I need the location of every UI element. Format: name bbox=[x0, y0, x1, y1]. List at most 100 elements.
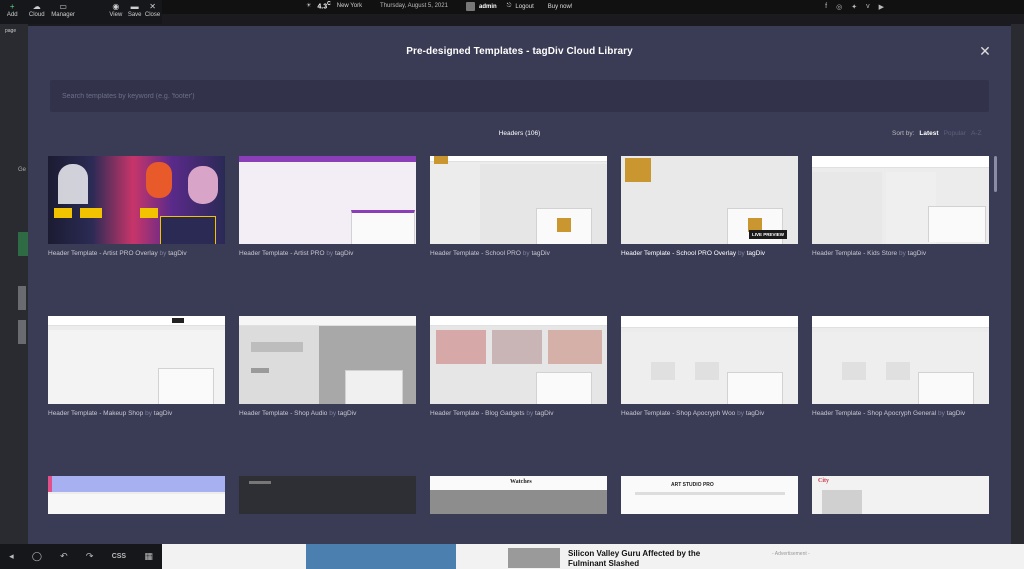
template-card[interactable] bbox=[48, 476, 225, 514]
template-card[interactable]: Header Template - Shop Apocryph General … bbox=[812, 316, 989, 417]
template-thumbnail[interactable] bbox=[48, 316, 225, 404]
sort-popular[interactable]: Popular bbox=[944, 130, 966, 137]
save-icon: ▬ bbox=[130, 2, 139, 11]
template-title[interactable]: Header Template - Shop Apocryph Woo by t… bbox=[621, 410, 798, 417]
template-card[interactable]: Header Template - Shop Apocryph Woo by t… bbox=[621, 316, 798, 417]
user-name[interactable]: admin bbox=[479, 4, 497, 10]
buy-now-link[interactable]: Buy now! bbox=[548, 4, 573, 10]
side-green-button[interactable] bbox=[18, 232, 28, 256]
template-card[interactable]: Watches bbox=[430, 476, 607, 514]
scrollbar[interactable] bbox=[994, 156, 997, 192]
row3-logo-text: City bbox=[818, 478, 829, 484]
sort-label: Sort by: bbox=[892, 130, 915, 137]
template-thumbnail[interactable] bbox=[812, 316, 989, 404]
redo-icon[interactable]: ↷ bbox=[86, 551, 94, 562]
templates-modal: Pre-designed Templates - tagDiv Cloud Li… bbox=[28, 26, 1011, 544]
row3-logo-text: ART STUDIO PRO bbox=[671, 482, 714, 488]
template-title[interactable]: Header Template - School PRO by tagDiv bbox=[430, 250, 607, 257]
template-thumbnail[interactable] bbox=[239, 156, 416, 244]
current-date: Thursday, August 5, 2021 bbox=[380, 3, 448, 9]
category-heading: Headers (106) bbox=[498, 130, 541, 137]
template-title[interactable]: Header Template - Makeup Shop by tagDiv bbox=[48, 410, 225, 417]
template-title[interactable]: Header Template - School PRO Overlay by … bbox=[621, 250, 798, 257]
grid-icon[interactable]: ▦ bbox=[144, 551, 153, 562]
news-item-thumbnail[interactable] bbox=[508, 548, 560, 568]
template-card[interactable]: LIVE PREVIEW Header Template - School PR… bbox=[621, 156, 798, 257]
template-card[interactable]: Header Template - Makeup Shop by tagDiv bbox=[48, 316, 225, 417]
editor-bottom-bar: ◂ ◯ ↶ ↷ CSS ▦ bbox=[0, 544, 162, 569]
template-title[interactable]: Header Template - Blog Gadgets by tagDiv bbox=[430, 410, 607, 417]
template-card[interactable]: City bbox=[812, 476, 989, 514]
modal-title: Pre-designed Templates - tagDiv Cloud Li… bbox=[406, 46, 633, 57]
avatar[interactable] bbox=[466, 2, 475, 11]
live-preview-button[interactable]: LIVE PREVIEW bbox=[749, 230, 788, 239]
template-thumbnail[interactable] bbox=[621, 316, 798, 404]
template-card[interactable]: ART STUDIO PRO bbox=[621, 476, 798, 514]
template-title[interactable]: Header Template - Shop Apocryph General … bbox=[812, 410, 989, 417]
logout-link[interactable]: Logout bbox=[515, 4, 533, 10]
template-card[interactable]: Header Template - Kids Store by tagDiv bbox=[812, 156, 989, 257]
template-thumbnail[interactable] bbox=[430, 316, 607, 404]
layers-icon: ▭ bbox=[59, 2, 67, 11]
template-title[interactable]: Header Template - Shop Audio by tagDiv bbox=[239, 410, 416, 417]
template-thumbnail[interactable] bbox=[812, 156, 989, 244]
weather-widget: ☀ 4.3C New York bbox=[306, 1, 362, 10]
page-right-edge bbox=[1011, 24, 1024, 544]
instagram-icon[interactable]: ◎ bbox=[836, 3, 842, 11]
template-card[interactable] bbox=[239, 476, 416, 514]
template-card[interactable]: Header Template - Artist PRO Overlay by … bbox=[48, 156, 225, 257]
side-input-1[interactable] bbox=[18, 286, 26, 310]
template-thumbnail[interactable] bbox=[239, 476, 416, 514]
template-thumbnail[interactable] bbox=[430, 156, 607, 244]
user-area: admin ⎋ Logout Buy now! bbox=[466, 2, 572, 11]
template-thumbnail[interactable] bbox=[48, 476, 225, 514]
template-card[interactable]: Header Template - School PRO by tagDiv bbox=[430, 156, 607, 257]
template-thumbnail[interactable] bbox=[48, 156, 225, 244]
css-button[interactable]: CSS bbox=[112, 553, 126, 560]
add-button[interactable]: + Add bbox=[0, 0, 24, 24]
manager-button[interactable]: ▭ Manager bbox=[49, 0, 77, 24]
template-card[interactable]: Header Template - Blog Gadgets by tagDiv bbox=[430, 316, 607, 417]
view-button[interactable]: ◉ View bbox=[105, 0, 126, 24]
back-icon[interactable]: ◂ bbox=[9, 551, 14, 562]
template-title[interactable]: Header Template - Artist PRO Overlay by … bbox=[48, 250, 225, 257]
template-thumbnail[interactable]: ART STUDIO PRO bbox=[621, 476, 798, 514]
twitter-icon[interactable]: ✦ bbox=[851, 3, 857, 11]
responsive-icon[interactable]: ◯ bbox=[32, 551, 42, 562]
save-button[interactable]: ▬ Save bbox=[126, 0, 143, 24]
template-thumbnail[interactable] bbox=[239, 316, 416, 404]
vimeo-icon[interactable]: v bbox=[866, 3, 870, 11]
side-input-2[interactable] bbox=[18, 320, 26, 344]
close-icon[interactable]: ✕ bbox=[978, 44, 992, 59]
sort-latest[interactable]: Latest bbox=[919, 130, 938, 137]
social-links: f ◎ ✦ v ▶ bbox=[825, 3, 884, 11]
cloud-button[interactable]: ☁ Cloud bbox=[24, 0, 48, 24]
template-title[interactable]: Header Template - Kids Store by tagDiv bbox=[812, 250, 989, 257]
city-name: New York bbox=[336, 2, 363, 9]
row3-logo-text: Watches bbox=[510, 479, 532, 485]
template-thumbnail[interactable]: LIVE PREVIEW bbox=[621, 156, 798, 244]
search-input[interactable] bbox=[50, 80, 989, 112]
template-card[interactable]: Header Template - Artist PRO by tagDiv bbox=[239, 156, 416, 257]
template-thumbnail[interactable]: Watches bbox=[430, 476, 607, 514]
sort-az[interactable]: A-Z bbox=[971, 130, 981, 137]
editor-side-panel: page Ge bbox=[0, 24, 28, 544]
facebook-icon[interactable]: f bbox=[825, 3, 827, 11]
logout-icon[interactable]: ⎋ bbox=[507, 3, 512, 10]
page-tab[interactable]: page bbox=[5, 28, 16, 34]
editor-toolbar: + Add ☁ Cloud ▭ Manager ◉ View ▬ Save ✕ … bbox=[0, 0, 162, 24]
temperature: 4.3C bbox=[317, 1, 331, 11]
sort-controls: Sort by: Latest Popular A-Z bbox=[892, 130, 981, 137]
close-editor-button[interactable]: ✕ Close bbox=[143, 0, 162, 24]
undo-icon[interactable]: ↶ bbox=[60, 551, 68, 562]
eye-icon: ◉ bbox=[112, 2, 120, 11]
close-icon: ✕ bbox=[149, 2, 156, 11]
youtube-icon[interactable]: ▶ bbox=[879, 3, 884, 11]
side-text-snippet: Ge bbox=[18, 167, 27, 173]
weather-icon: ☀ bbox=[306, 3, 312, 10]
news-title[interactable]: Silicon Valley Guru Affected by the Fulm… bbox=[568, 549, 718, 569]
news-image[interactable] bbox=[306, 544, 456, 569]
template-thumbnail[interactable]: City bbox=[812, 476, 989, 514]
template-title[interactable]: Header Template - Artist PRO by tagDiv bbox=[239, 250, 416, 257]
template-card[interactable]: Header Template - Shop Audio by tagDiv bbox=[239, 316, 416, 417]
